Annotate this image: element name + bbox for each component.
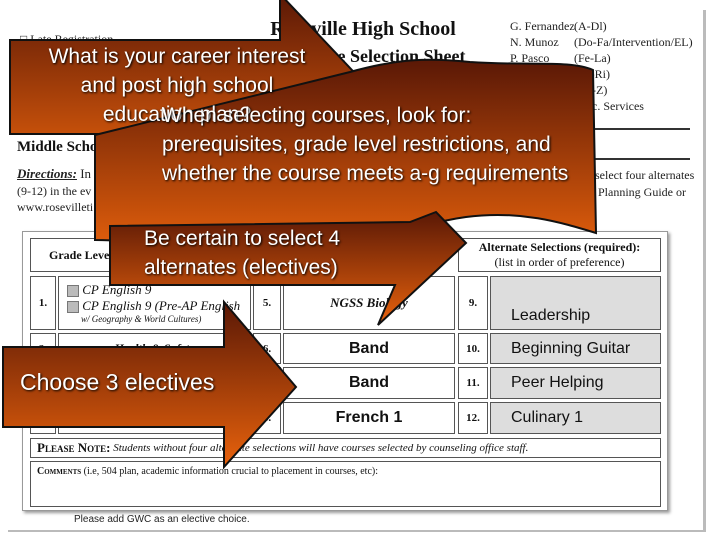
callout-alternates: Be certain to select 4 alternates (elect… bbox=[144, 227, 341, 279]
callout-courses: When selecting courses, look for: prereq… bbox=[162, 104, 569, 185]
callout-electives: Choose 3 electives bbox=[20, 369, 215, 395]
